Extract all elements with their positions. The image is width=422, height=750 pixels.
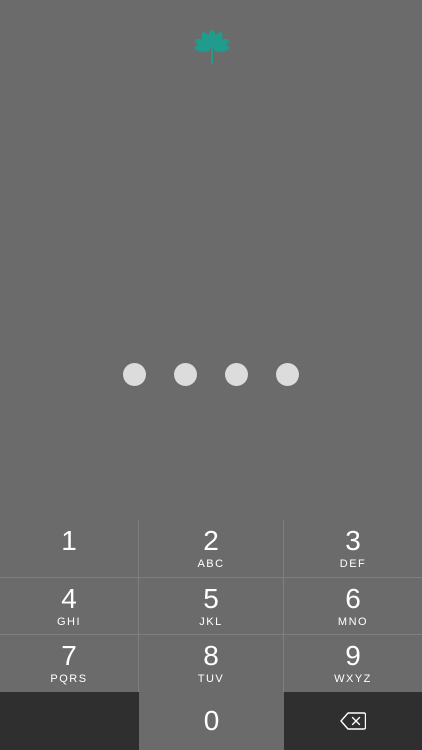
key-digit: 6 xyxy=(345,582,361,614)
key-6[interactable]: 6 MNO xyxy=(284,578,422,634)
numeric-keypad: 1 2 ABC 3 DEF 4 GHI 5 JKL 6 MNO 7 PQRS 8… xyxy=(0,520,422,750)
key-letters: ABC xyxy=(197,558,225,570)
key-digit: 7 xyxy=(61,640,77,671)
key-letters: PQRS xyxy=(50,673,88,685)
key-digit: 1 xyxy=(61,525,77,556)
key-digit: 9 xyxy=(345,640,361,671)
key-1[interactable]: 1 xyxy=(0,520,138,577)
key-3[interactable]: 3 DEF xyxy=(284,520,422,577)
key-letters: MNO xyxy=(337,615,369,628)
key-digit: 8 xyxy=(203,640,219,671)
key-8[interactable]: 8 TUV xyxy=(139,635,283,692)
lotus-logo-icon xyxy=(194,30,230,64)
backspace-icon xyxy=(340,712,366,730)
key-9[interactable]: 9 WXYZ xyxy=(284,635,422,692)
key-letters: DEF xyxy=(339,558,367,570)
key-empty xyxy=(0,692,139,750)
key-2[interactable]: 2 ABC xyxy=(139,520,283,577)
key-digit: 0 xyxy=(203,705,220,736)
key-letters: GHI xyxy=(56,615,82,628)
passcode-dots xyxy=(0,363,422,387)
key-letters: JKL xyxy=(199,615,223,628)
delete-button[interactable] xyxy=(284,692,422,750)
key-4[interactable]: 4 GHI xyxy=(0,578,138,634)
passcode-dot xyxy=(123,363,146,386)
key-digit: 4 xyxy=(61,582,77,614)
key-letters: WXYZ xyxy=(334,673,372,685)
key-letters: TUV xyxy=(197,673,225,685)
key-digit: 5 xyxy=(203,582,219,614)
passcode-dot xyxy=(225,363,248,386)
key-digit: 3 xyxy=(345,525,361,556)
key-7[interactable]: 7 PQRS xyxy=(0,635,138,692)
passcode-screen: 1 2 ABC 3 DEF 4 GHI 5 JKL 6 MNO 7 PQRS 8… xyxy=(0,0,422,750)
passcode-dot xyxy=(174,363,197,386)
key-digit: 2 xyxy=(203,525,219,556)
key-0[interactable]: 0 xyxy=(139,692,284,750)
passcode-dot xyxy=(276,363,299,386)
key-5[interactable]: 5 JKL xyxy=(139,578,283,634)
